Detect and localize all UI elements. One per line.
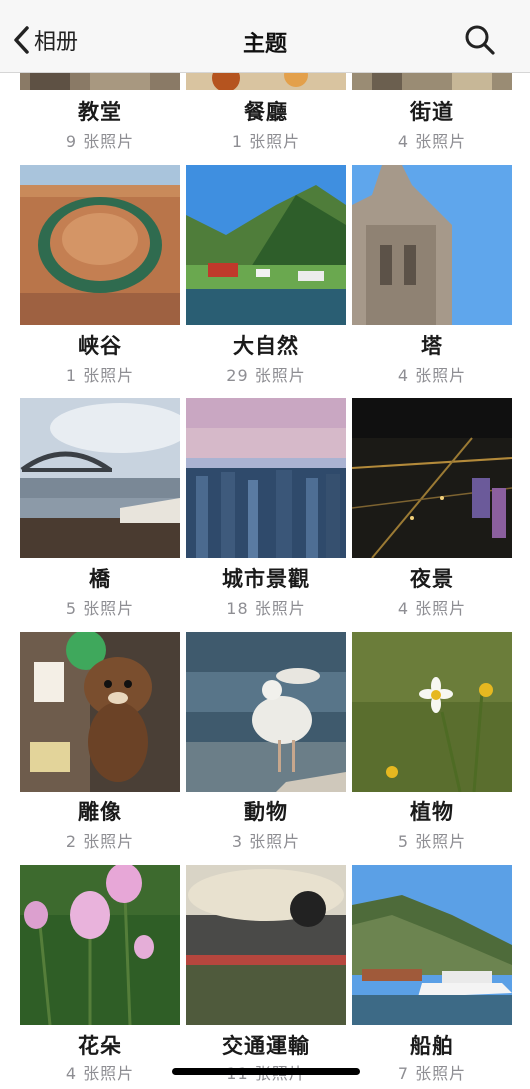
- album-grid: 教堂 9 张照片 餐廳 1 张照片 街道 4 张照片 峡谷 1 张照片 大自然 …: [0, 0, 530, 1089]
- category-count: 5 张照片: [65, 599, 135, 618]
- thumbnail-flowers[interactable]: [20, 865, 180, 1025]
- category-count: 1 张照片: [65, 366, 135, 385]
- thumbnail-transportation[interactable]: [186, 865, 346, 1025]
- category-label: 橋: [89, 567, 111, 591]
- home-indicator[interactable]: [172, 1068, 360, 1075]
- category-count: 4 张照片: [397, 599, 467, 618]
- category-count: 7 张照片: [397, 1064, 467, 1083]
- thumbnail-plant[interactable]: [352, 632, 512, 792]
- category-label: 街道: [410, 100, 454, 124]
- category-label: 峡谷: [78, 334, 122, 358]
- category-label: 塔: [421, 334, 443, 358]
- category-count: 29 张照片: [226, 366, 306, 385]
- category-label: 城市景觀: [222, 567, 310, 591]
- category-label: 船舶: [410, 1034, 454, 1058]
- category-label: 餐廳: [244, 100, 288, 124]
- category-count: 4 张照片: [397, 366, 467, 385]
- page-title: 主题: [242, 32, 287, 57]
- category-count: 3 张照片: [231, 832, 301, 851]
- category-label: 動物: [244, 800, 288, 824]
- thumbnail-canyon[interactable]: [20, 165, 180, 325]
- category-count: 5 张照片: [397, 832, 467, 851]
- search-icon: [465, 25, 495, 55]
- category-count: 18 张照片: [226, 599, 306, 618]
- thumbnail-nature[interactable]: [186, 165, 346, 325]
- thumbnail-ship[interactable]: [352, 865, 512, 1025]
- thumbnail-bridge[interactable]: [20, 398, 180, 558]
- category-count: 4 张照片: [397, 132, 467, 151]
- thumbnail-night-view[interactable]: [352, 398, 512, 558]
- category-label: 夜景: [410, 567, 454, 591]
- category-label: 植物: [410, 800, 454, 824]
- category-label: 交通運輸: [222, 1034, 310, 1058]
- navigation-bar: 相册 主题: [0, 0, 530, 73]
- thumbnail-statue[interactable]: [20, 632, 180, 792]
- thumbnail-cityscape[interactable]: [186, 398, 346, 558]
- category-count: 4 张照片: [65, 1064, 135, 1083]
- thumbnail-animal[interactable]: [186, 632, 346, 792]
- thumbnail-tower[interactable]: [352, 165, 512, 325]
- category-label: 教堂: [78, 100, 122, 124]
- search-button[interactable]: [464, 24, 496, 56]
- category-label: 雕像: [78, 800, 122, 824]
- category-label: 花朵: [78, 1034, 122, 1058]
- category-count: 2 张照片: [65, 832, 135, 851]
- category-count: 1 张照片: [231, 132, 301, 151]
- category-count: 9 张照片: [65, 132, 135, 151]
- category-label: 大自然: [233, 334, 299, 358]
